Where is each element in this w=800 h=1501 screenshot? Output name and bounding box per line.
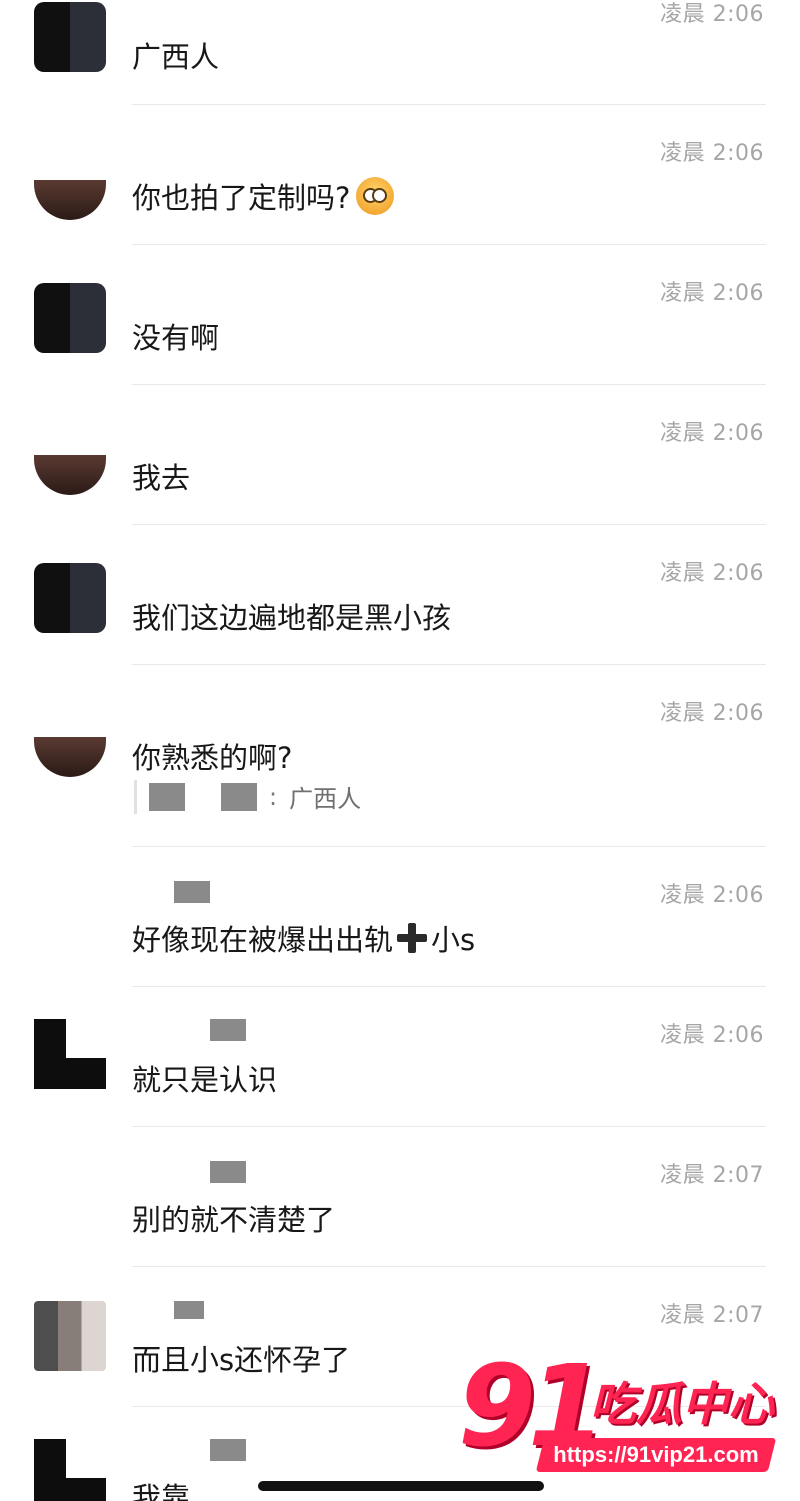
message-text: 你也拍了定制吗? bbox=[132, 175, 395, 217]
message-text-content: 你也拍了定制吗? bbox=[132, 181, 351, 215]
message-row[interactable]: 凌晨 2:06 没有啊 bbox=[0, 245, 800, 384]
message-text: 你熟悉的啊? bbox=[132, 741, 293, 775]
quote-text: 广西人 bbox=[289, 785, 362, 813]
message-row[interactable]: 凌晨 2:07 别的就不清楚了 bbox=[0, 1127, 800, 1266]
sender-name-redacted bbox=[174, 881, 210, 903]
message-row[interactable]: 凌晨 2:06 好像现在被爆出出轨 小s bbox=[0, 847, 800, 986]
message-row[interactable]: 凌晨 2:06 你也拍了定制吗? bbox=[0, 105, 800, 244]
avatar[interactable] bbox=[34, 563, 106, 633]
message-time: 凌晨 2:06 bbox=[660, 2, 764, 27]
sender-name-redacted bbox=[210, 1439, 246, 1461]
watermark-url: https://91vip21.com bbox=[553, 1442, 759, 1467]
message-text: 而且小s还怀孕了 bbox=[132, 1343, 351, 1377]
watermark-brand: 吃瓜中心 bbox=[590, 1377, 774, 1431]
message-row[interactable]: 凌晨 2:06 你熟悉的啊? : 广西人 bbox=[0, 665, 800, 846]
heavy-plus-icon bbox=[397, 923, 428, 953]
message-time: 凌晨 2:06 bbox=[660, 141, 764, 166]
message-time: 凌晨 2:06 bbox=[660, 701, 764, 726]
message-time: 凌晨 2:06 bbox=[660, 281, 764, 306]
quote-separator: : bbox=[269, 782, 278, 811]
quoted-reply[interactable]: : 广西人 bbox=[134, 779, 361, 814]
watermark-logo: 91 吃瓜中心 https://91vip21.com bbox=[458, 1342, 788, 1488]
avatar[interactable] bbox=[34, 737, 106, 777]
watermark-url-badge: https://91vip21.com bbox=[535, 1438, 777, 1472]
avatar[interactable] bbox=[34, 1439, 106, 1501]
avatar[interactable] bbox=[34, 455, 106, 495]
sender-name-redacted bbox=[174, 1301, 204, 1319]
message-text: 好像现在被爆出出轨 小s bbox=[132, 917, 475, 959]
avatar[interactable] bbox=[34, 1019, 106, 1089]
message-time: 凌晨 2:06 bbox=[660, 561, 764, 586]
flushed-face-emoji-icon bbox=[356, 177, 395, 215]
avatar[interactable] bbox=[34, 1147, 106, 1217]
quote-name-redacted bbox=[149, 782, 185, 811]
quote-name-redacted bbox=[221, 782, 257, 811]
message-text: 没有啊 bbox=[132, 321, 220, 355]
message-time: 凌晨 2:07 bbox=[660, 1303, 764, 1328]
message-text: 别的就不清楚了 bbox=[132, 1203, 336, 1237]
message-text: 我们这边遍地都是黑小孩 bbox=[132, 601, 452, 635]
avatar[interactable] bbox=[34, 283, 106, 353]
chat-message-list: 凌晨 2:06 广西人 凌晨 2:06 你也拍了定制吗? 凌晨 2:06 没有啊… bbox=[0, 0, 800, 1501]
message-row[interactable]: 凌晨 2:06 广西人 bbox=[0, 0, 800, 104]
avatar[interactable] bbox=[34, 1301, 106, 1371]
message-row[interactable]: 凌晨 2:06 我们这边遍地都是黑小孩 bbox=[0, 525, 800, 664]
message-text: 就只是认识 bbox=[132, 1063, 278, 1097]
message-time: 凌晨 2:06 bbox=[660, 421, 764, 446]
message-time: 凌晨 2:06 bbox=[660, 1023, 764, 1048]
message-time: 凌晨 2:06 bbox=[660, 883, 764, 908]
avatar[interactable] bbox=[34, 2, 106, 72]
sender-name-redacted bbox=[210, 1019, 246, 1041]
message-text: 我去 bbox=[132, 461, 191, 495]
quote-bar bbox=[134, 779, 137, 814]
message-row[interactable]: 凌晨 2:06 就只是认识 bbox=[0, 987, 800, 1126]
message-text-part: 好像现在被爆出出轨 bbox=[132, 923, 394, 957]
avatar[interactable] bbox=[34, 867, 106, 937]
message-time: 凌晨 2:07 bbox=[660, 1163, 764, 1188]
avatar[interactable] bbox=[34, 180, 106, 220]
message-row[interactable]: 凌晨 2:06 我去 bbox=[0, 385, 800, 524]
message-text: 广西人 bbox=[132, 40, 220, 74]
message-text-part: 小s bbox=[431, 923, 476, 957]
message-text: 我靠 bbox=[132, 1481, 191, 1501]
sender-name-redacted bbox=[210, 1161, 246, 1183]
